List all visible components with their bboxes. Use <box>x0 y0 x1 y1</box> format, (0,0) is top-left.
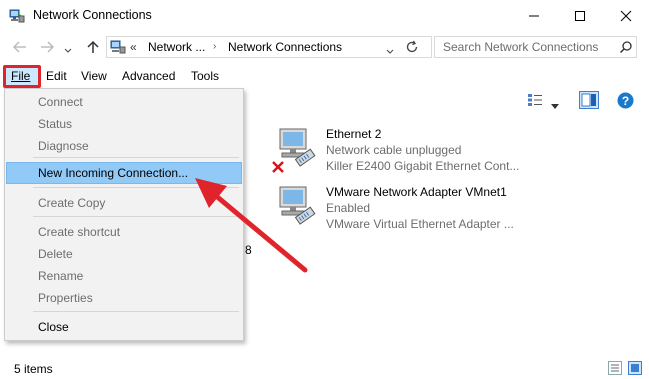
back-arrow-icon[interactable] <box>11 40 29 56</box>
refresh-icon[interactable] <box>405 40 419 57</box>
change-view-icon[interactable] <box>527 93 543 110</box>
menu-item-delete[interactable]: Delete <box>38 246 73 262</box>
breadcrumb-network-connections[interactable]: Network Connections <box>228 40 342 54</box>
connection-name[interactable]: VMware Network Adapter VMnet1 <box>326 185 507 199</box>
control-panel-icon <box>110 39 126 58</box>
menu-item-create-shortcut[interactable]: Create shortcut <box>38 224 120 240</box>
menu-separator <box>33 311 239 312</box>
minimize-button[interactable] <box>511 0 557 32</box>
maximize-button[interactable] <box>557 0 603 32</box>
menu-separator <box>33 157 239 158</box>
minimize-icon <box>529 15 539 17</box>
annotation-arrow-icon <box>185 170 315 283</box>
menu-view[interactable]: View <box>81 69 107 85</box>
view-options-dropdown-icon[interactable] <box>551 98 559 112</box>
menu-edit[interactable]: Edit <box>46 69 67 85</box>
item-count: 5 items <box>14 362 53 376</box>
status-bar <box>0 356 649 379</box>
menu-advanced[interactable]: Advanced <box>122 69 175 85</box>
menu-item-new-incoming-connection[interactable]: New Incoming Connection... <box>38 165 188 181</box>
maximize-icon <box>575 11 585 21</box>
up-arrow-icon[interactable] <box>86 40 100 57</box>
menu-item-diagnose[interactable]: Diagnose <box>38 138 89 154</box>
menu-tools[interactable]: Tools <box>191 69 219 85</box>
preview-pane-icon[interactable] <box>579 91 599 112</box>
connection-name[interactable]: Ethernet 2 <box>326 127 381 141</box>
menu-item-connect[interactable]: Connect <box>38 94 83 110</box>
recent-locations-icon[interactable] <box>64 43 72 57</box>
window-title: Network Connections <box>33 8 152 22</box>
search-placeholder[interactable]: Search Network Connections <box>443 40 598 54</box>
large-icons-view-icon[interactable] <box>628 361 642 378</box>
menu-item-rename[interactable]: Rename <box>38 268 83 284</box>
network-connections-icon <box>9 8 25 24</box>
details-view-icon[interactable] <box>608 361 622 378</box>
connection-device: VMware Virtual Ethernet Adapter ... <box>326 217 514 231</box>
menu-item-properties[interactable]: Properties <box>38 290 93 306</box>
connection-status: Enabled <box>326 201 371 215</box>
menu-file[interactable]: File <box>11 69 30 85</box>
breadcrumb-network[interactable]: Network ... <box>148 40 205 54</box>
forward-arrow-icon[interactable] <box>38 40 56 56</box>
connection-device: Killer E2400 Gigabit Ethernet Cont... <box>326 159 520 173</box>
menu-item-create-copy[interactable]: Create Copy <box>38 195 105 211</box>
connection-status: Network cable unplugged <box>326 143 462 157</box>
search-icon[interactable] <box>619 40 633 57</box>
menu-item-close[interactable]: Close <box>38 319 69 335</box>
menu-item-status[interactable]: Status <box>38 116 72 132</box>
breadcrumb-separator-icon[interactable]: › <box>213 41 216 52</box>
address-overflow-chevron[interactable]: « <box>130 40 137 54</box>
close-icon <box>620 10 632 22</box>
help-icon[interactable]: ? <box>617 92 634 112</box>
svg-text:?: ? <box>622 94 629 108</box>
address-dropdown-icon[interactable] <box>386 44 394 58</box>
close-button[interactable] <box>603 0 649 32</box>
